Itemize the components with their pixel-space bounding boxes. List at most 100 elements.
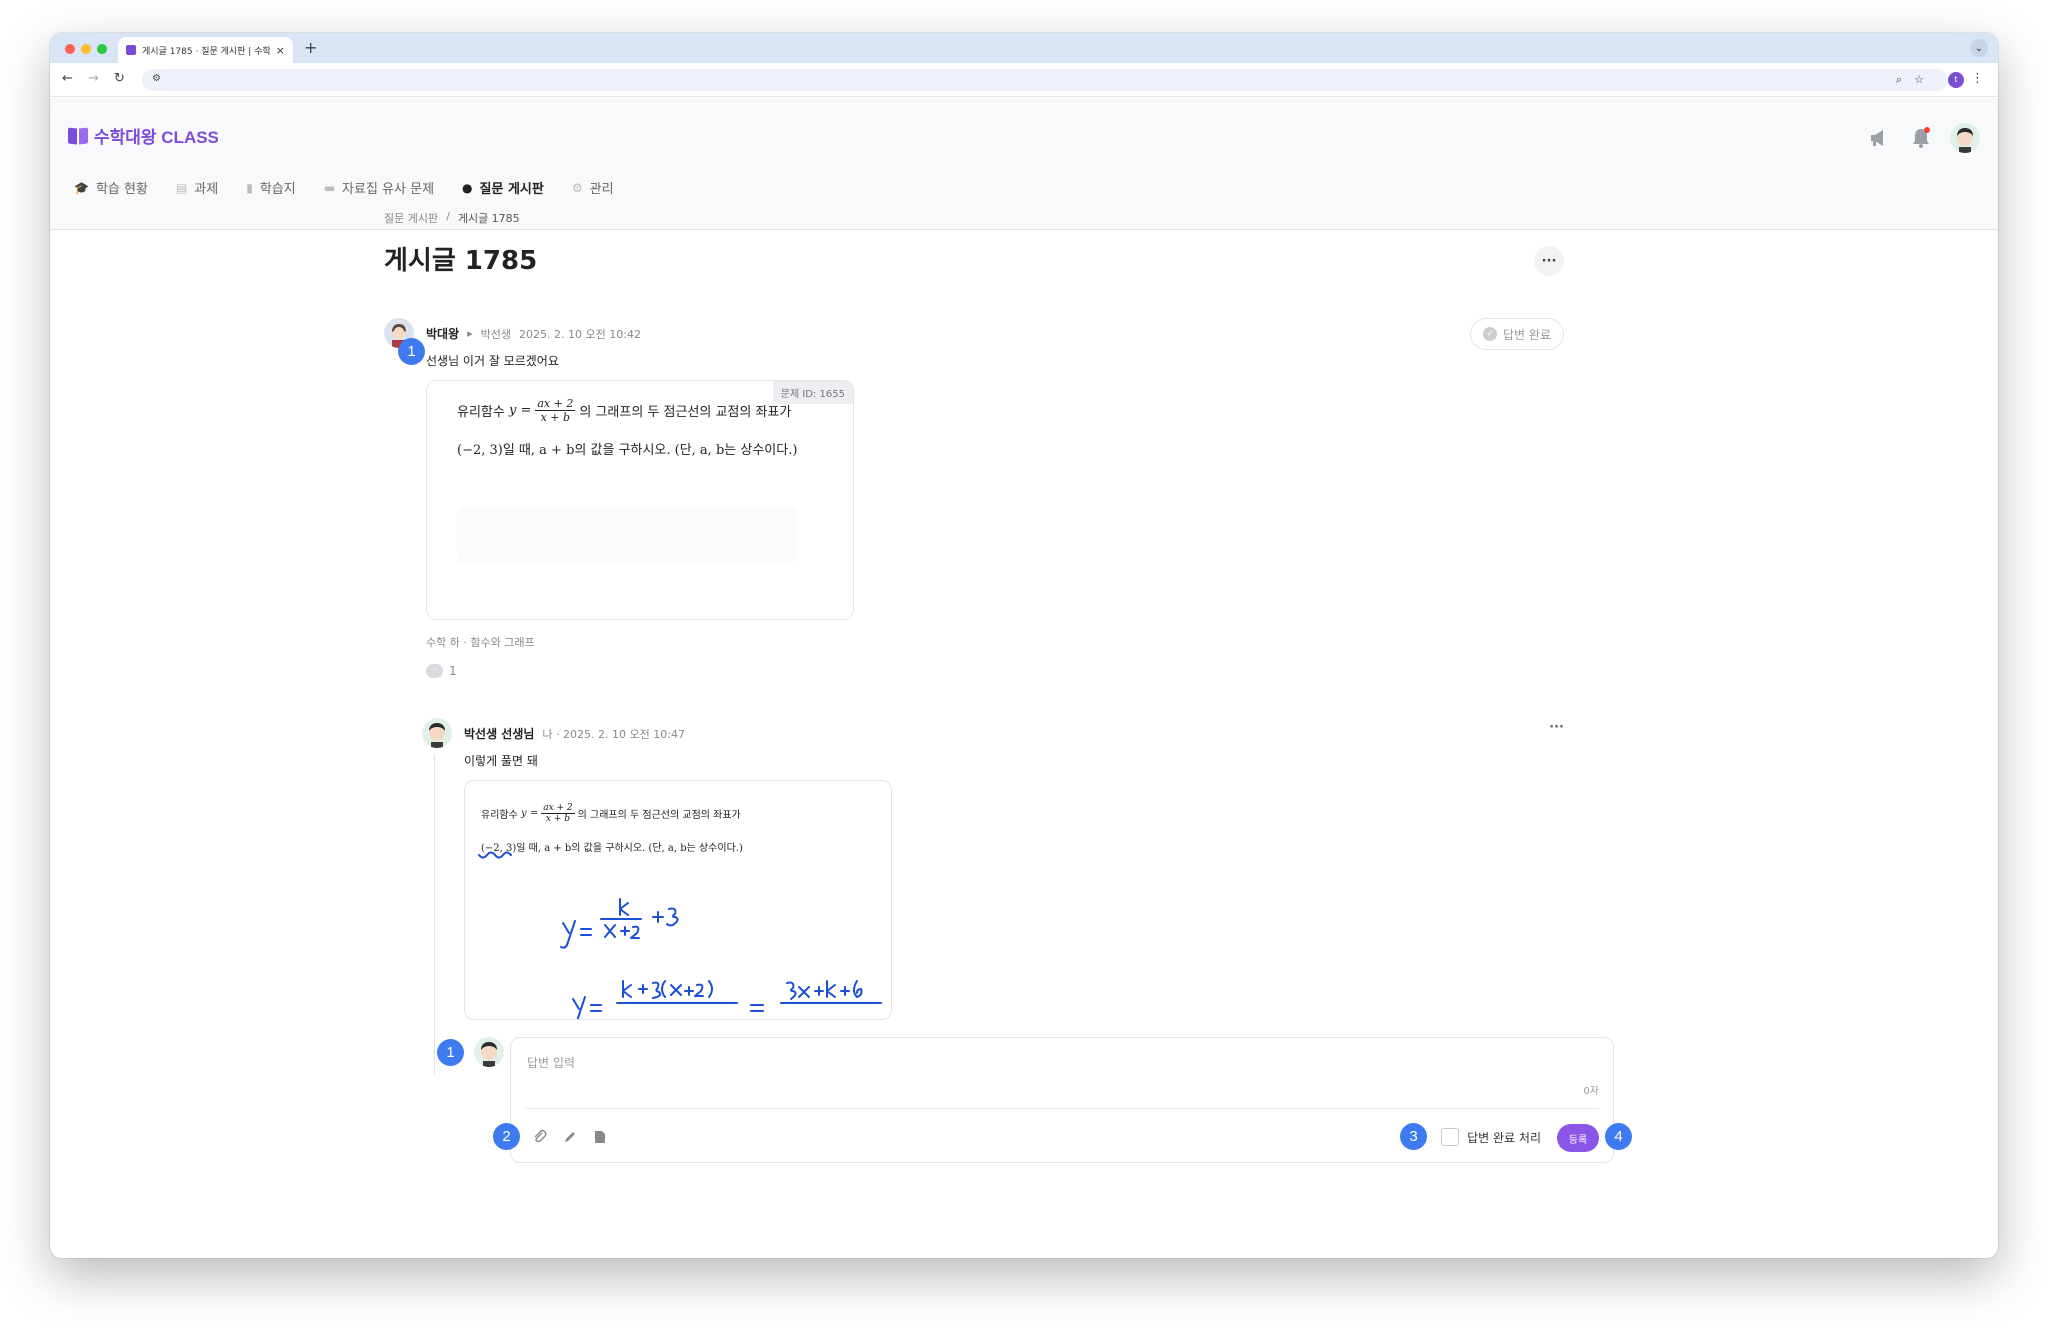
- attach-paperclip-icon[interactable]: [533, 1129, 547, 1148]
- close-window-button[interactable]: [65, 44, 75, 54]
- annotation-marker: 2: [493, 1123, 520, 1150]
- book-logo-icon: [68, 128, 88, 144]
- post-more-button[interactable]: ···: [1534, 246, 1564, 276]
- zoom-icon[interactable]: ⌕: [1896, 73, 1902, 87]
- post-recipient: 박선생: [480, 327, 512, 341]
- nav-label: 학습 현황: [95, 182, 148, 197]
- post-author: 박대왕: [426, 327, 460, 341]
- annotation-marker: 4: [1605, 1123, 1632, 1150]
- breadcrumb-current: 게시글 1785: [457, 212, 520, 225]
- page-title: 게시글 1785: [384, 246, 538, 276]
- nav-item-question-board[interactable]: ● 질문 게시판: [462, 178, 544, 198]
- breadcrumb: 질문 게시판 / 게시글 1785: [384, 210, 1564, 226]
- nav-item-similar-problems[interactable]: ▬ 자료집 유사 문제: [324, 178, 435, 198]
- bookmark-star-icon[interactable]: ☆: [1914, 73, 1924, 86]
- reply-author: 박선생 선생님: [464, 727, 535, 741]
- handwritten-solution: [478, 851, 882, 1019]
- teacher-avatar: [422, 718, 452, 748]
- post-tags: 수학 하 · 함수와 그래프: [426, 636, 535, 649]
- megaphone-icon[interactable]: [1868, 127, 1890, 149]
- complete-answer-toggle[interactable]: 답변 완료 처리: [1441, 1128, 1541, 1146]
- pen-draw-icon[interactable]: [563, 1130, 577, 1148]
- new-tab-button[interactable]: +: [304, 38, 317, 57]
- problem-card[interactable]: 문제 ID: 1655 유리함수 y = ax + 2 x + b 의 그래프의…: [426, 380, 854, 620]
- comment-count-value: 1: [449, 664, 457, 678]
- nav-label: 학습지: [259, 182, 296, 197]
- reply-meta: 박선생 선생님 나 · 2025. 2. 10 오전 10:47: [464, 725, 685, 742]
- tab-close-icon[interactable]: ×: [276, 44, 285, 57]
- nav-label: 자료집 유사 문제: [342, 182, 435, 197]
- post-meta: 박대왕 ▸ 박선생 2025. 2. 10 오전 10:42: [426, 325, 641, 342]
- reply-more-button[interactable]: ···: [1549, 720, 1564, 735]
- nav-item-assignments[interactable]: ▤ 과제: [175, 178, 219, 198]
- maximize-window-button[interactable]: [97, 44, 107, 54]
- clipboard-icon: ▤: [175, 180, 188, 195]
- annotation-marker: 1: [437, 1039, 464, 1066]
- problem-line-1: 유리함수 y = ax + 2 x + b 의 그래프의 두 점근선의 교점의 …: [457, 397, 791, 424]
- composer-avatar: [474, 1037, 504, 1067]
- address-bar[interactable]: ⚙ ⌕ ☆: [142, 69, 1948, 91]
- breadcrumb-parent[interactable]: 질문 게시판: [384, 210, 438, 226]
- nav-item-settings[interactable]: ⚙ 관리: [571, 178, 614, 198]
- fraction-numerator: ax + 2: [535, 397, 576, 411]
- reply-composer: 0자 답변 완료 처리 등록: [510, 1037, 1614, 1163]
- breadcrumb-separator: /: [446, 210, 450, 223]
- annotation-marker: 3: [1400, 1123, 1427, 1150]
- check-circle-icon: ✓: [1483, 327, 1498, 341]
- main-content: 질문 게시판 / 게시글 1785 게시글 1785 ··· 박대왕 ▸ 박선생…: [384, 210, 1564, 1074]
- reply-solution-card[interactable]: 유리함수 y = ax + 2 x + b 의 그래프의 두 점근선의 교점의 …: [464, 780, 892, 1020]
- user-avatar[interactable]: [1950, 123, 1980, 153]
- profile-avatar-icon[interactable]: t: [1948, 72, 1964, 88]
- reply-thread-line: [434, 754, 435, 1074]
- problem-text: 의 그래프의 두 점근선의 교점의 좌표가: [579, 405, 792, 420]
- annotation-marker: 1: [398, 338, 425, 365]
- reload-icon[interactable]: ↻: [114, 71, 125, 86]
- reply-input[interactable]: [527, 1048, 1587, 1078]
- back-arrow-icon[interactable]: ←: [62, 71, 73, 86]
- browser-tab[interactable]: 게시글 1785 · 질문 게시판 | 수학대 ×: [118, 37, 293, 63]
- logo-text: 수학대왕 CLASS: [94, 128, 219, 147]
- logo[interactable]: 수학대왕 CLASS: [68, 123, 219, 148]
- tab-title: 게시글 1785 · 질문 게시판 | 수학대: [142, 46, 270, 57]
- main-nav: 🎓 학습 현황 ▤ 과제 ▮ 학습지 ▬ 자료집 유사 문제 ● 질문 게시판 …: [74, 178, 614, 198]
- problem-image-placeholder: [457, 507, 797, 563]
- status-badge: ✓ 답변 완료: [1470, 318, 1564, 350]
- site-info-icon[interactable]: ⚙: [152, 73, 161, 84]
- bell-icon[interactable]: [1910, 127, 1932, 149]
- browser-toolbar: ← → ↻ ⚙ ⌕ ☆ t ⋮: [50, 63, 1998, 97]
- complete-answer-label: 답변 완료 처리: [1467, 1130, 1541, 1145]
- worksheet-icon[interactable]: [593, 1130, 607, 1148]
- char-count: 0자: [1583, 1086, 1599, 1097]
- tab-strip: 게시글 1785 · 질문 게시판 | 수학대 × + ⌄: [50, 33, 1998, 63]
- nav-item-worksheets[interactable]: ▮ 학습지: [246, 178, 296, 198]
- fraction: ax + 2 x + b: [535, 397, 576, 424]
- status-badge-label: 답변 완료: [1503, 327, 1551, 342]
- nav-item-learning-status[interactable]: 🎓 학습 현황: [74, 178, 148, 198]
- tab-search-chevron-icon[interactable]: ⌄: [1970, 39, 1988, 57]
- problem-variable: y =: [508, 403, 532, 418]
- divider: [525, 1108, 1599, 1109]
- submit-button[interactable]: 등록: [1557, 1124, 1599, 1152]
- question-bubble-icon: ●: [462, 180, 473, 195]
- document-icon: ▮: [246, 180, 253, 195]
- minimize-window-button[interactable]: [81, 44, 91, 54]
- problem-line-2: (−2, 3)일 때, a + b의 값을 구하시오. (단, a, b는 상수…: [457, 443, 798, 458]
- arrow-right-icon: ▸: [467, 327, 473, 340]
- favicon-icon: [126, 45, 136, 55]
- reply-date: 나 · 2025. 2. 10 오전 10:47: [542, 727, 685, 741]
- post-date: 2025. 2. 10 오전 10:42: [519, 327, 641, 341]
- nav-label: 질문 게시판: [479, 182, 544, 197]
- reply-body: 이렇게 풀면 돼: [464, 754, 538, 768]
- fraction-denominator: x + b: [540, 411, 571, 424]
- problem-text: 유리함수: [457, 405, 505, 420]
- nav-label: 관리: [589, 182, 614, 197]
- gear-icon: ⚙: [571, 180, 583, 195]
- nav-label: 과제: [194, 182, 219, 197]
- post-body: 선생님 이거 잘 모르겠어요: [426, 354, 559, 368]
- forward-arrow-icon[interactable]: →: [88, 71, 99, 86]
- comment-count[interactable]: ··· 1: [426, 664, 457, 678]
- graduation-cap-icon: 🎓: [74, 180, 89, 195]
- complete-answer-checkbox[interactable]: [1441, 1128, 1460, 1146]
- comment-bubble-icon: ···: [426, 664, 443, 678]
- browser-menu-icon[interactable]: ⋮: [1971, 71, 1984, 86]
